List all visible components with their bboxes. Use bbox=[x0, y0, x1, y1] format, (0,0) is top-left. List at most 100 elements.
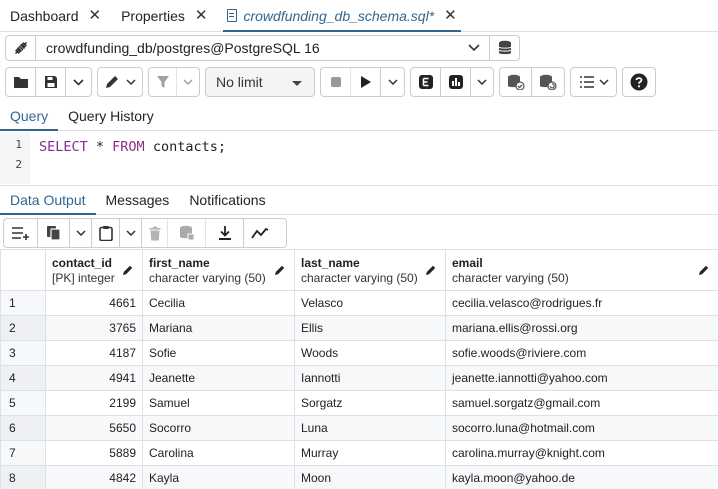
table-row[interactable]: 8 4842 Kayla Moon kayla.moon@yahoo.de bbox=[0, 465, 718, 489]
cell-contact-id[interactable]: 5650 bbox=[45, 415, 143, 441]
sql-code[interactable]: SELECT * FROM contacts; bbox=[39, 139, 226, 155]
tab-query[interactable]: Query bbox=[0, 101, 59, 131]
row-number[interactable]: 6 bbox=[0, 415, 46, 441]
table-row[interactable]: 2 3765 Mariana Ellis mariana.ellis@rossi.org bbox=[0, 315, 718, 341]
table-row[interactable]: 6 5650 Socorro Luna socorro.luna@hotmail.com bbox=[0, 415, 718, 441]
edit-column-icon[interactable] bbox=[698, 264, 710, 276]
help-button[interactable] bbox=[623, 68, 655, 96]
tab-query-history[interactable]: Query History bbox=[58, 101, 164, 130]
row-number[interactable]: 8 bbox=[0, 465, 46, 489]
cell-contact-id[interactable]: 5889 bbox=[45, 440, 143, 466]
cell-contact-id[interactable]: 3765 bbox=[45, 315, 143, 341]
edit-column-icon[interactable] bbox=[274, 264, 286, 276]
tab-properties[interactable]: Properties ✕ bbox=[111, 0, 217, 31]
cell-contact-id[interactable]: 4941 bbox=[45, 365, 143, 391]
column-header[interactable]: email character varying (50) bbox=[445, 249, 718, 291]
cell-email[interactable]: sofie.woods@riviere.com bbox=[445, 340, 718, 366]
column-header[interactable]: contact_id [PK] integer bbox=[45, 249, 143, 291]
cell-first-name[interactable]: Jeanette bbox=[142, 365, 295, 391]
save-data-button[interactable] bbox=[168, 219, 206, 247]
paste-options-button[interactable] bbox=[120, 219, 142, 247]
row-number[interactable]: 1 bbox=[0, 290, 46, 316]
cell-contact-id[interactable]: 4661 bbox=[45, 290, 143, 316]
save-options-button[interactable] bbox=[66, 68, 91, 96]
cell-email[interactable]: carolina.murray@knight.com bbox=[445, 440, 718, 466]
tab-notifications[interactable]: Notifications bbox=[179, 186, 275, 214]
cell-contact-id[interactable]: 4842 bbox=[45, 465, 143, 489]
cell-last-name[interactable]: Ellis bbox=[294, 315, 446, 341]
explain-analyze-button[interactable] bbox=[441, 68, 471, 96]
cell-email[interactable]: jeanette.iannotti@yahoo.com bbox=[445, 365, 718, 391]
cell-contact-id[interactable]: 4187 bbox=[45, 340, 143, 366]
graph-visualiser-button[interactable] bbox=[244, 219, 276, 247]
cell-email[interactable]: mariana.ellis@rossi.org bbox=[445, 315, 718, 341]
column-header[interactable]: first_name character varying (50) bbox=[142, 249, 295, 291]
tab-dashboard[interactable]: Dashboard ✕ bbox=[0, 0, 111, 31]
cell-first-name[interactable]: Samuel bbox=[142, 390, 295, 416]
cell-first-name[interactable]: Kayla bbox=[142, 465, 295, 489]
table-row[interactable]: 5 2199 Samuel Sorgatz samuel.sorgatz@gmail.c… bbox=[0, 390, 718, 416]
chevron-down-icon bbox=[125, 230, 136, 236]
table-row[interactable]: 7 5889 Carolina Murray carolina.murray@knigh… bbox=[0, 440, 718, 466]
cell-last-name[interactable]: Woods bbox=[294, 340, 446, 366]
tab-messages[interactable]: Messages bbox=[96, 186, 180, 214]
close-icon[interactable]: ✕ bbox=[444, 8, 457, 23]
add-row-button[interactable] bbox=[4, 219, 38, 247]
save-button[interactable] bbox=[36, 68, 66, 96]
cell-last-name[interactable]: Luna bbox=[294, 415, 446, 441]
chevron-down-icon[interactable] bbox=[459, 44, 489, 52]
edit-button[interactable] bbox=[98, 68, 142, 96]
cell-last-name[interactable]: Velasco bbox=[294, 290, 446, 316]
stop-button[interactable] bbox=[321, 68, 351, 96]
open-file-button[interactable] bbox=[6, 68, 36, 96]
cell-email[interactable]: samuel.sorgatz@gmail.com bbox=[445, 390, 718, 416]
close-icon[interactable]: ✕ bbox=[89, 8, 102, 23]
cell-last-name[interactable]: Sorgatz bbox=[294, 390, 446, 416]
cell-first-name[interactable]: Carolina bbox=[142, 440, 295, 466]
copy-button[interactable] bbox=[38, 219, 70, 247]
edit-column-icon[interactable] bbox=[122, 264, 134, 276]
macros-button[interactable] bbox=[571, 68, 616, 96]
tab-query-file[interactable]: crowdfunding_db_schema.sql* ✕ bbox=[217, 0, 466, 32]
copy-options-button[interactable] bbox=[70, 219, 92, 247]
cell-email[interactable]: socorro.luna@hotmail.com bbox=[445, 415, 718, 441]
explain-options-button[interactable] bbox=[471, 68, 493, 96]
close-icon[interactable]: ✕ bbox=[195, 8, 208, 23]
download-button[interactable] bbox=[206, 219, 244, 247]
cell-first-name[interactable]: Mariana bbox=[142, 315, 295, 341]
row-number[interactable]: 3 bbox=[0, 340, 46, 366]
table-row[interactable]: 1 4661 Cecilia Velasco cecilia.velasco@rodri… bbox=[0, 290, 718, 316]
tab-data-output[interactable]: Data Output bbox=[0, 186, 96, 215]
rollback-button[interactable] bbox=[532, 68, 564, 96]
cell-last-name[interactable]: Moon bbox=[294, 465, 446, 489]
edit-column-icon[interactable] bbox=[425, 264, 437, 276]
cell-email[interactable]: cecilia.velasco@rodrigues.fr bbox=[445, 290, 718, 316]
cell-first-name[interactable]: Cecilia bbox=[142, 290, 295, 316]
cell-first-name[interactable]: Socorro bbox=[142, 415, 295, 441]
row-limit-select[interactable]: No limit bbox=[205, 67, 315, 97]
commit-button[interactable] bbox=[500, 68, 532, 96]
cell-last-name[interactable]: Iannotti bbox=[294, 365, 446, 391]
filter-options-button[interactable] bbox=[177, 68, 199, 96]
row-number[interactable]: 4 bbox=[0, 365, 46, 391]
column-header[interactable]: last_name character varying (50) bbox=[294, 249, 446, 291]
paste-button[interactable] bbox=[92, 219, 120, 247]
row-number[interactable]: 2 bbox=[0, 315, 46, 341]
connection-selector[interactable]: crowdfunding_db/postgres@PostgreSQL 16 bbox=[5, 35, 520, 61]
execute-options-button[interactable] bbox=[381, 68, 404, 96]
cell-first-name[interactable]: Sofie bbox=[142, 340, 295, 366]
row-number[interactable]: 7 bbox=[0, 440, 46, 466]
sql-editor[interactable]: 1 2 SELECT * FROM contacts; bbox=[0, 132, 718, 184]
table-row[interactable]: 4 4941 Jeanette Iannotti jeanette.iannotti@y… bbox=[0, 365, 718, 391]
cell-contact-id[interactable]: 2199 bbox=[45, 390, 143, 416]
cell-email[interactable]: kayla.moon@yahoo.de bbox=[445, 465, 718, 489]
database-icon[interactable] bbox=[489, 36, 519, 60]
connection-status-icon[interactable] bbox=[6, 36, 36, 60]
row-number[interactable]: 5 bbox=[0, 390, 46, 416]
table-row[interactable]: 3 4187 Sofie Woods sofie.woods@riviere.com bbox=[0, 340, 718, 366]
explain-button[interactable] bbox=[411, 68, 441, 96]
cell-last-name[interactable]: Murray bbox=[294, 440, 446, 466]
delete-button[interactable] bbox=[142, 219, 168, 247]
filter-button[interactable] bbox=[149, 68, 177, 96]
execute-button[interactable] bbox=[351, 68, 381, 96]
